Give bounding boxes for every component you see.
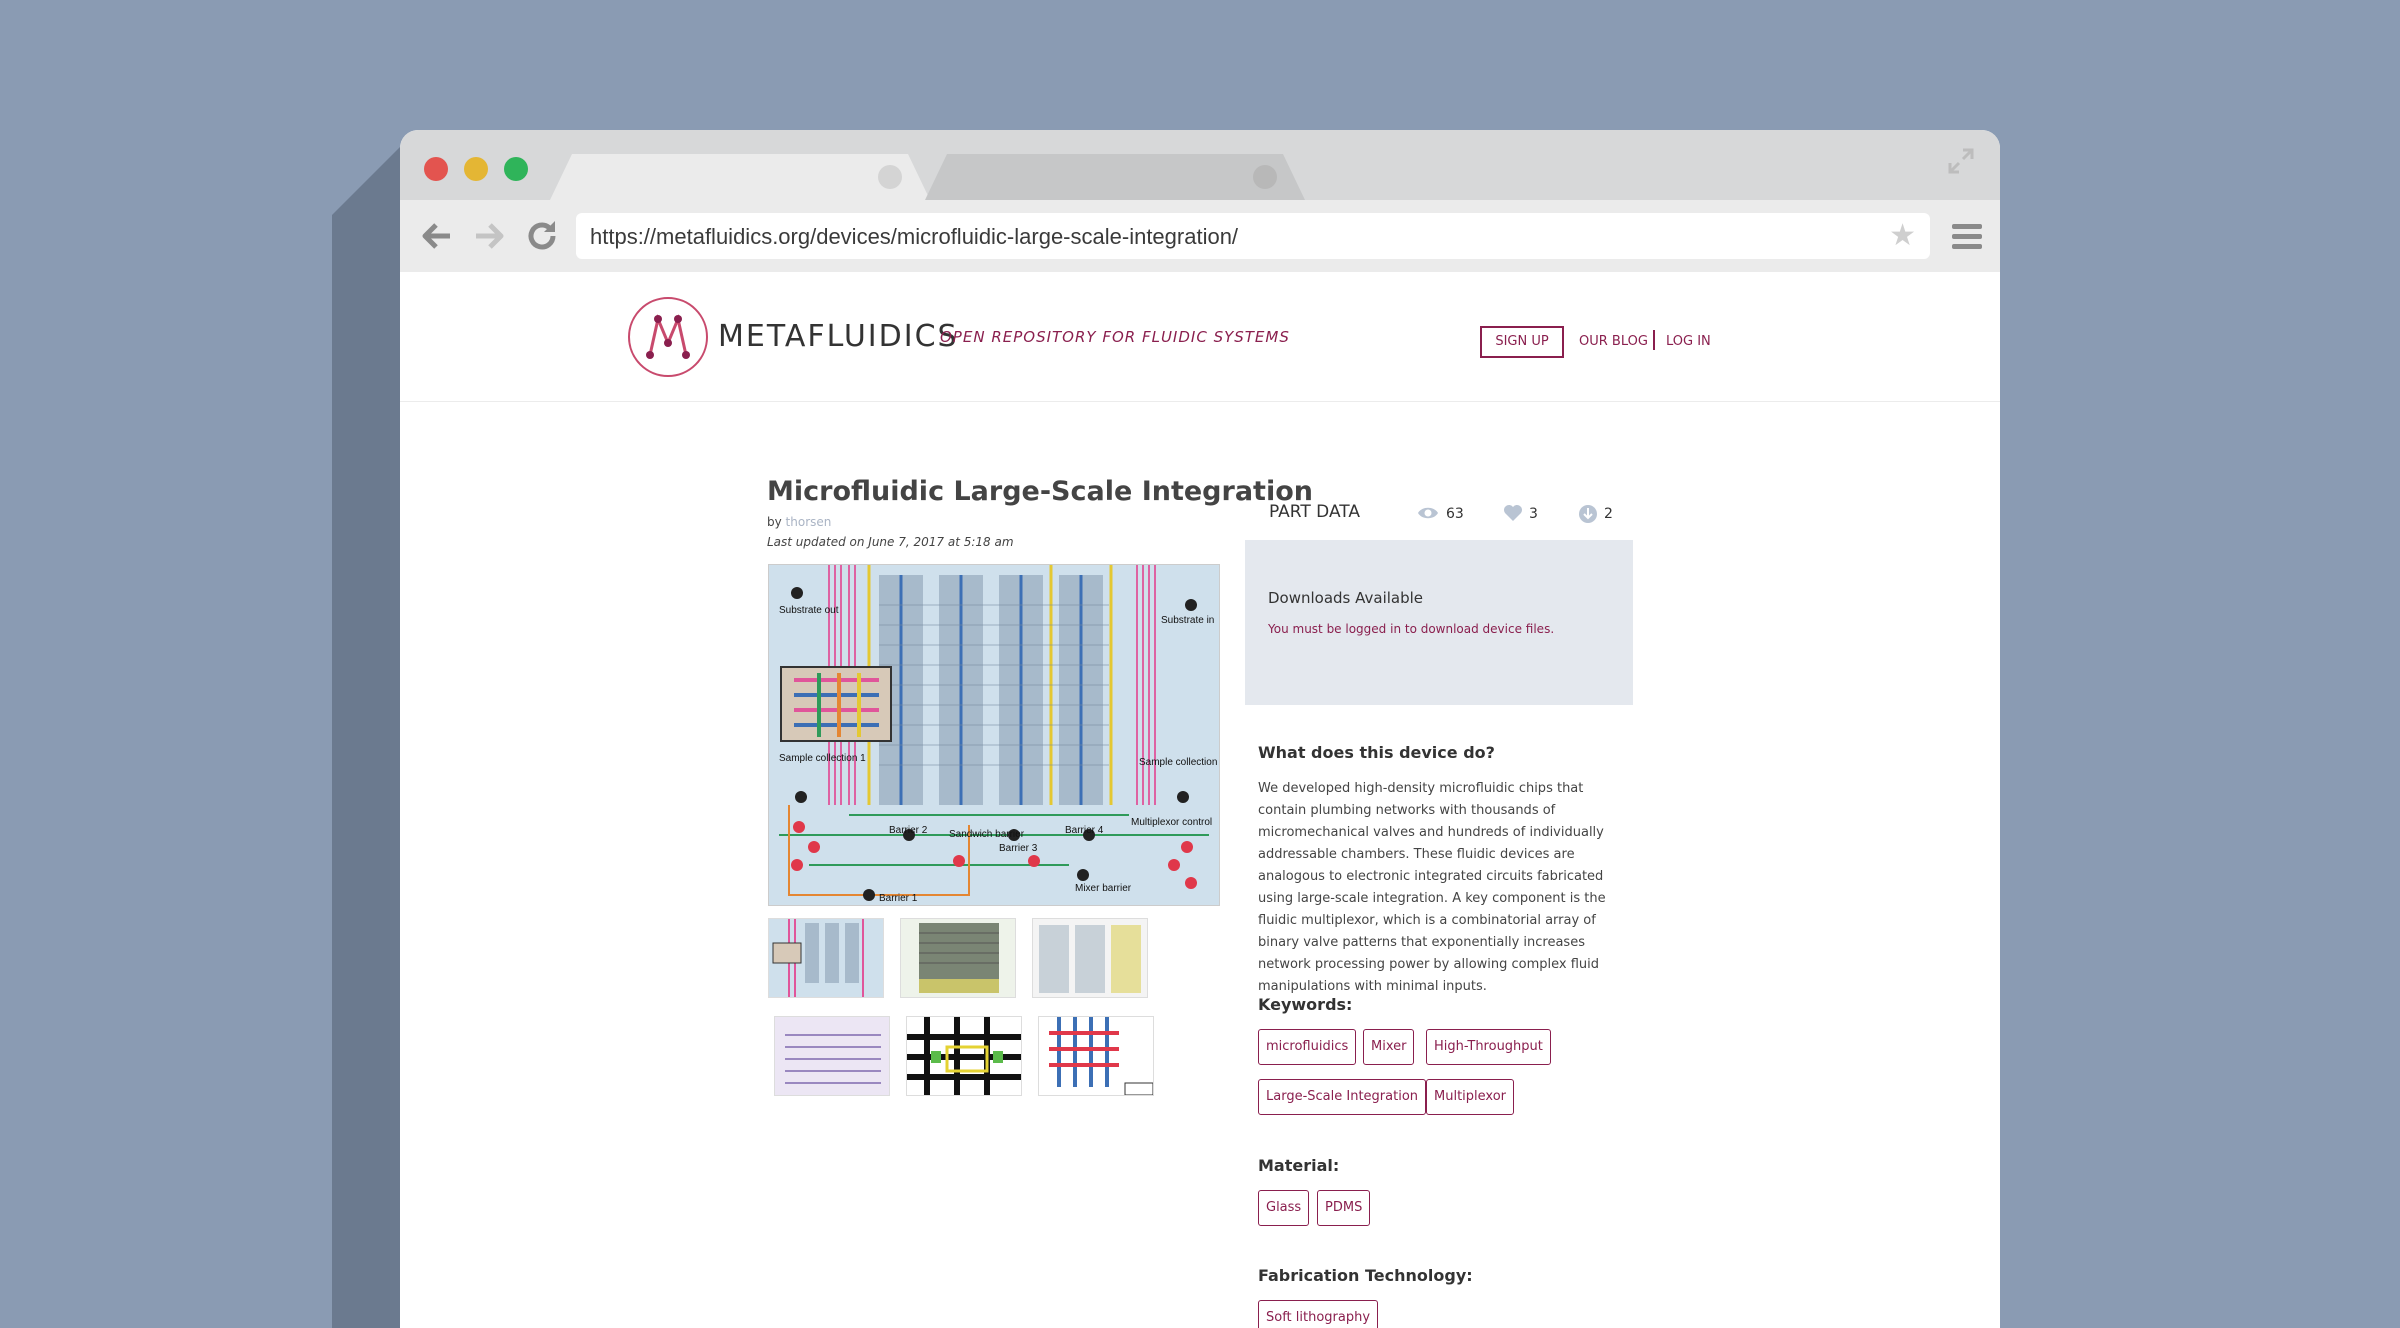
- downloads-panel: Downloads Available You must be logged i…: [1245, 540, 1633, 705]
- brand-name[interactable]: METAFLUIDICS: [718, 319, 959, 354]
- download-icon: [1578, 504, 1598, 529]
- thumbnail-5[interactable]: [906, 1016, 1022, 1096]
- material-heading: Material:: [1258, 1156, 1340, 1175]
- about-heading: What does this device do?: [1258, 743, 1495, 762]
- label-sandwich-barrier: Sandwich barrier: [949, 829, 1025, 840]
- keywords-heading: Keywords:: [1258, 995, 1353, 1014]
- back-arrow-icon[interactable]: [418, 218, 454, 254]
- label-multiplexor-control: Multiplexor control: [1131, 817, 1212, 828]
- downloads-login-note[interactable]: You must be logged in to download device…: [1268, 622, 1554, 636]
- by-label: by: [767, 515, 782, 529]
- window-shadow: [332, 145, 402, 1328]
- sign-up-button[interactable]: SIGN UP: [1480, 326, 1564, 358]
- material-tag[interactable]: PDMS: [1317, 1190, 1371, 1226]
- nav-divider: [1653, 330, 1655, 350]
- expand-icon[interactable]: [1946, 146, 1976, 176]
- eye-icon: [1417, 504, 1439, 527]
- thumbnail-4[interactable]: [774, 1016, 890, 1096]
- label-barrier-1: Barrier 1: [879, 893, 918, 904]
- device-main-image[interactable]: Substrate out Substrate in Sample collec…: [768, 564, 1220, 906]
- label-barrier-4: Barrier 4: [1065, 825, 1104, 836]
- downloads-title: Downloads Available: [1268, 589, 1424, 607]
- tab-inactive[interactable]: [925, 154, 1305, 200]
- tagline: OPEN REPOSITORY FOR FLUIDIC SYSTEMS: [940, 328, 1290, 346]
- part-data-label: PART DATA: [1269, 502, 1360, 522]
- keyword-tag[interactable]: Multiplexor: [1426, 1079, 1515, 1115]
- tab-bar: [400, 130, 2000, 200]
- address-bar[interactable]: https://metafluidics.org/devices/microfl…: [576, 213, 1930, 259]
- keyword-tag[interactable]: Large-Scale Integration: [1258, 1079, 1427, 1115]
- heart-icon[interactable]: [1503, 504, 1523, 527]
- label-sample-collection-1: Sample collection 1: [779, 753, 866, 764]
- likes-count: 3: [1529, 506, 1538, 522]
- tab-close-icon[interactable]: [878, 165, 902, 189]
- minimize-window-button[interactable]: [464, 157, 488, 181]
- label-substrate-out: Substrate out: [779, 605, 839, 616]
- keyword-tag[interactable]: Mixer: [1363, 1029, 1415, 1065]
- close-window-button[interactable]: [424, 157, 448, 181]
- label-sample-collection-4: Sample collection 4: [1139, 757, 1220, 768]
- thumbnail-3[interactable]: [1032, 918, 1148, 998]
- browser-window: https://metafluidics.org/devices/microfl…: [400, 130, 2000, 1328]
- forward-arrow-icon[interactable]: [472, 218, 508, 254]
- device-title: Microfluidic Large-Scale Integration: [767, 476, 1313, 507]
- tab-close-icon[interactable]: [1253, 165, 1277, 189]
- keyword-tag[interactable]: High-Throughput: [1426, 1029, 1551, 1065]
- thumbnail-1[interactable]: [768, 918, 884, 998]
- browser-toolbar: https://metafluidics.org/devices/microfl…: [400, 200, 2000, 272]
- byline: by thorsen: [767, 515, 831, 529]
- label-barrier-2: Barrier 2: [889, 825, 928, 836]
- our-blog-link[interactable]: OUR BLOG: [1579, 334, 1648, 349]
- thumbnail-2[interactable]: [900, 918, 1016, 998]
- url-text[interactable]: https://metafluidics.org/devices/microfl…: [590, 224, 1238, 250]
- fabrication-heading: Fabrication Technology:: [1258, 1266, 1473, 1285]
- log-in-link[interactable]: LOG IN: [1666, 334, 1711, 349]
- fabrication-tag[interactable]: Soft lithography: [1258, 1300, 1379, 1328]
- maximize-window-button[interactable]: [504, 157, 528, 181]
- about-text: We developed high-density microfluidic c…: [1258, 781, 1606, 994]
- author-link[interactable]: thorsen: [786, 515, 832, 529]
- star-icon[interactable]: ★: [1889, 221, 1916, 251]
- site-header: METAFLUIDICS OPEN REPOSITORY FOR FLUIDIC…: [400, 272, 2000, 402]
- keyword-tag[interactable]: microfluidics: [1258, 1029, 1357, 1065]
- last-updated: Last updated on June 7, 2017 at 5:18 am: [767, 535, 1014, 549]
- label-substrate-in: Substrate in: [1161, 615, 1214, 626]
- thumbnail-6[interactable]: [1038, 1016, 1154, 1096]
- material-tag[interactable]: Glass: [1258, 1190, 1310, 1226]
- label-mixer-barrier: Mixer barrier: [1075, 883, 1132, 894]
- views-count: 63: [1446, 506, 1464, 522]
- hamburger-menu-icon[interactable]: [1952, 224, 1982, 250]
- logo-icon[interactable]: [628, 297, 708, 377]
- downloads-count: 2: [1604, 506, 1613, 522]
- label-barrier-3: Barrier 3: [999, 843, 1038, 854]
- tab-active[interactable]: [550, 154, 930, 200]
- reload-icon[interactable]: [524, 218, 560, 254]
